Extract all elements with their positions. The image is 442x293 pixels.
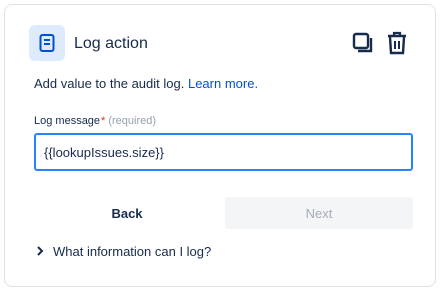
log-action-panel: Log action Add value to the audit log. L… [4,4,436,287]
field-label-text: Log message [34,115,101,127]
expander-label: What information can I log? [53,244,212,259]
document-icon [29,25,65,61]
chevron-right-icon [36,244,44,259]
what-can-i-log-expander[interactable]: What information can I log? [36,244,211,259]
copy-icon[interactable] [349,29,377,57]
log-message-input[interactable] [34,133,413,171]
description-text: Add value to the audit log. [34,76,185,91]
learn-more-link[interactable]: Learn more. [188,76,258,91]
trash-icon[interactable] [383,29,411,57]
required-hint: (required) [108,115,157,127]
back-button[interactable]: Back [34,197,220,229]
action-title: Log action [74,35,148,52]
required-asterisk: * [101,115,106,127]
log-message-label: Log message* (required) [34,114,156,128]
next-button[interactable]: Next [225,197,413,229]
action-description: Add value to the audit log. Learn more. [34,75,258,93]
